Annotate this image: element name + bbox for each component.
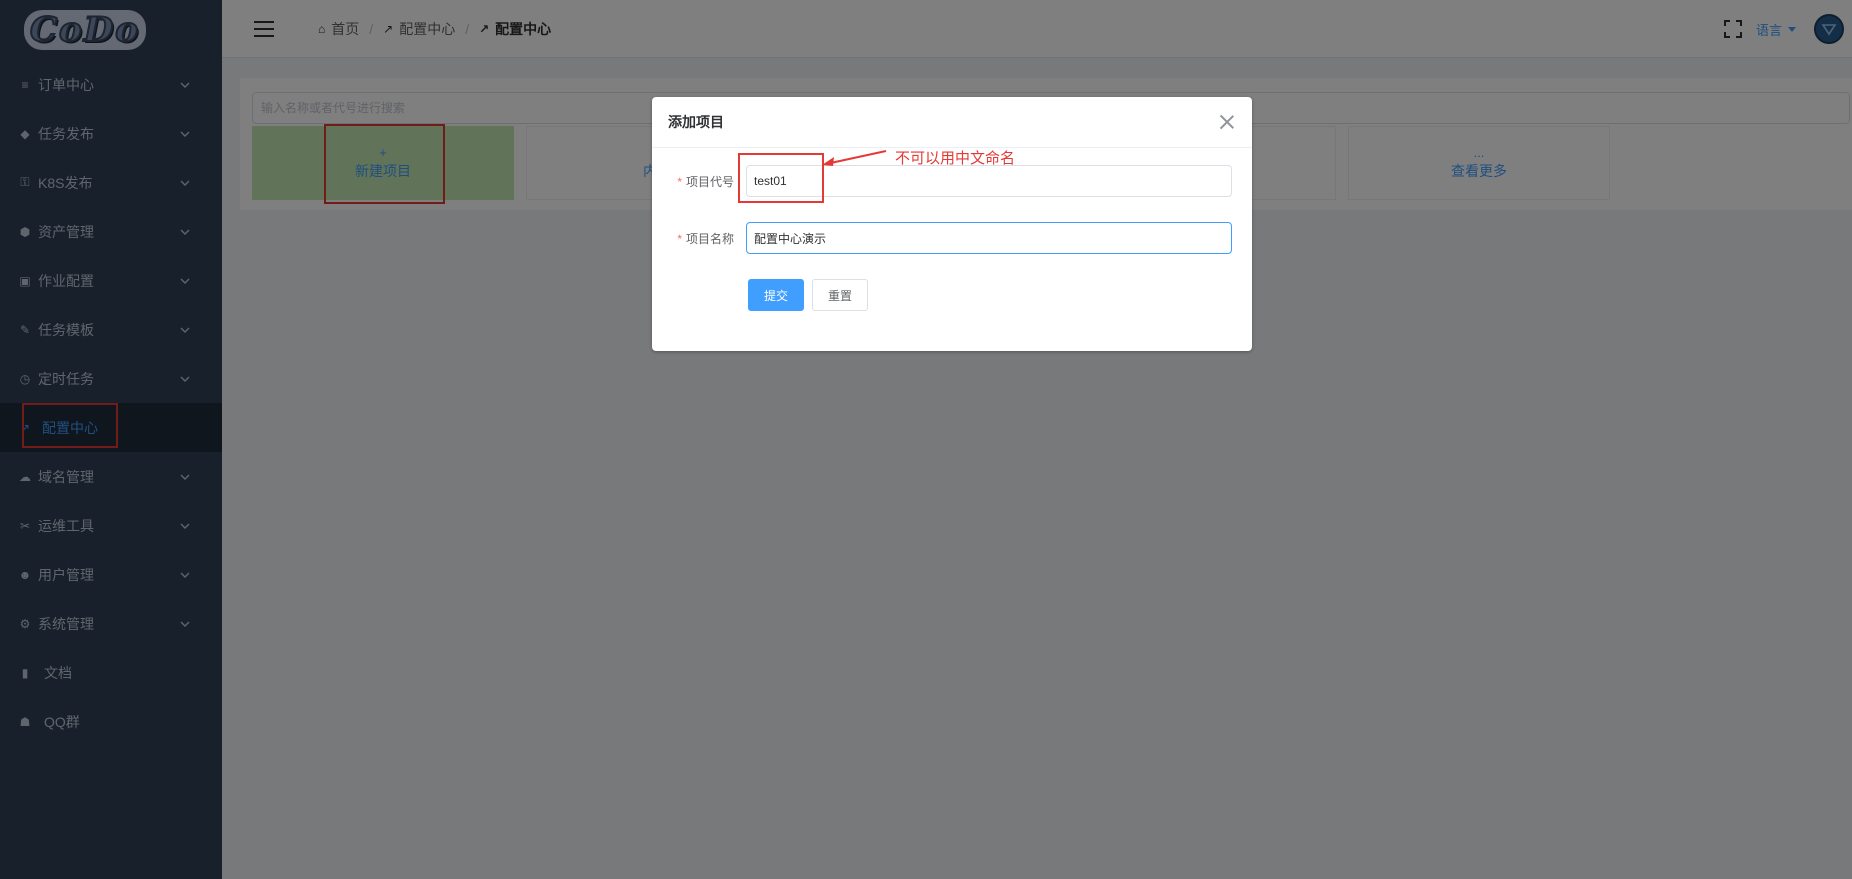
highlight-box-project-code xyxy=(738,153,824,203)
add-project-dialog: 添加项目 *项目代号 *项目名称 提交 重置 xyxy=(652,97,1252,351)
form-label: * 项目名称 xyxy=(677,231,734,246)
required-mark: * xyxy=(677,231,682,246)
required-mark: * xyxy=(677,174,682,189)
form-label: * 项目代号 xyxy=(677,174,734,189)
annotation-text: 不可以用中文命名 xyxy=(895,150,1016,167)
project-name-input[interactable] xyxy=(746,222,1232,254)
submit-button[interactable]: 提交 xyxy=(748,279,805,311)
form-row-project-name: * 项目名称 xyxy=(652,222,1232,254)
reset-button[interactable]: 重置 xyxy=(812,279,869,311)
annotation-arrow-icon xyxy=(822,150,887,166)
form-actions: 提交 重置 xyxy=(748,279,869,311)
close-icon[interactable] xyxy=(1220,115,1234,129)
dialog-header: 添加项目 xyxy=(652,97,1252,148)
dialog-title: 添加项目 xyxy=(668,114,724,130)
